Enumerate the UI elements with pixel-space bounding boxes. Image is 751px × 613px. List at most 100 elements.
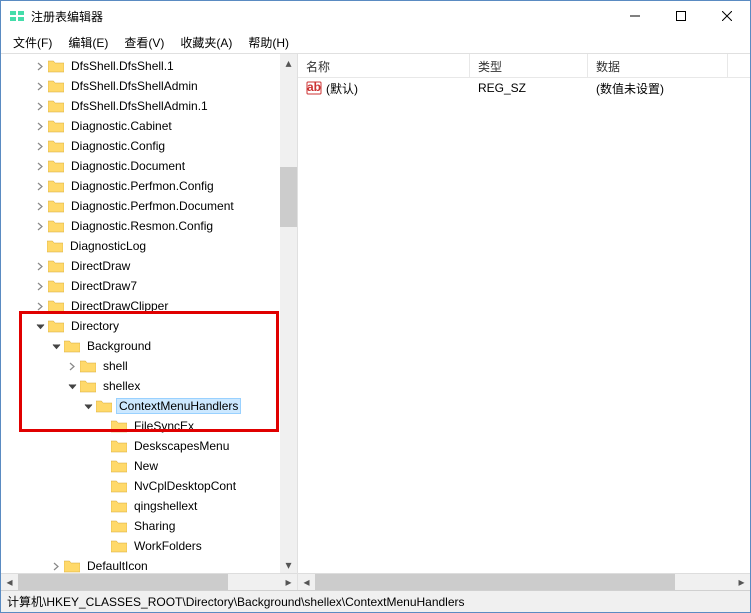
tree-vscrollbar[interactable]: ▴ ▾ (280, 54, 297, 573)
statusbar: 计算机\HKEY_CLASSES_ROOT\Directory\Backgrou… (1, 590, 750, 612)
chevron-down-icon[interactable] (81, 399, 95, 413)
folder-icon (64, 339, 80, 353)
folder-icon (48, 179, 64, 193)
tree-node[interactable]: DirectDraw7 (1, 276, 280, 296)
tree-node[interactable]: shellex (1, 376, 280, 396)
folder-icon (48, 259, 64, 273)
tree-node[interactable]: DefaultIcon (1, 556, 280, 573)
value-data: (数值未设置) (588, 79, 728, 98)
tree-view[interactable]: DfsShell.DfsShell.1 DfsShell.DfsShellAdmi… (1, 54, 280, 573)
menu-file[interactable]: 文件(F) (5, 32, 60, 53)
chevron-right-icon[interactable] (33, 99, 47, 113)
main-area: DfsShell.DfsShell.1 DfsShell.DfsShellAdmi… (1, 53, 750, 590)
menu-help[interactable]: 帮助(H) (240, 32, 297, 53)
value-type: REG_SZ (470, 80, 588, 96)
folder-icon (48, 119, 64, 133)
tree-node-label: DfsShell.DfsShellAdmin.1 (68, 98, 211, 114)
scroll-down-icon[interactable]: ▾ (280, 556, 297, 573)
tree-node[interactable]: DiagnosticLog (1, 236, 280, 256)
list-row[interactable]: ab(默认)REG_SZ(数值未设置) (298, 78, 750, 98)
scroll-up-icon[interactable]: ▴ (280, 54, 297, 71)
chevron-right-icon[interactable] (33, 299, 47, 313)
chevron-down-icon[interactable] (49, 339, 63, 353)
tree-node-label: shell (100, 358, 131, 374)
chevron-right-icon[interactable] (33, 259, 47, 273)
list-hscrollbar[interactable]: ◂ ▸ (298, 573, 750, 590)
tree-node[interactable]: New (1, 456, 280, 476)
scroll-right-icon[interactable]: ▸ (733, 574, 750, 591)
chevron-down-icon[interactable] (33, 319, 47, 333)
chevron-down-icon[interactable] (65, 379, 79, 393)
tree-node[interactable]: NvCplDesktopCont (1, 476, 280, 496)
chevron-right-icon[interactable] (33, 139, 47, 153)
column-name[interactable]: 名称 (298, 54, 470, 77)
tree-hscrollbar[interactable]: ◂ ▸ (1, 573, 297, 590)
tree-pane: DfsShell.DfsShell.1 DfsShell.DfsShellAdmi… (1, 54, 298, 590)
scroll-left-icon[interactable]: ◂ (1, 574, 18, 591)
chevron-right-icon[interactable] (33, 159, 47, 173)
tree-node-label: DefaultIcon (84, 558, 151, 573)
menu-view[interactable]: 查看(V) (116, 32, 172, 53)
folder-icon (111, 459, 127, 473)
tree-node[interactable]: DeskscapesMenu (1, 436, 280, 456)
tree-node-label: FileSyncEx (131, 418, 197, 434)
scroll-thumb[interactable] (315, 574, 675, 591)
tree-node[interactable]: DfsShell.DfsShellAdmin.1 (1, 96, 280, 116)
tree-node[interactable]: Diagnostic.Config (1, 136, 280, 156)
scroll-left-icon[interactable]: ◂ (298, 574, 315, 591)
tree-node-label: DirectDrawClipper (68, 298, 171, 314)
folder-icon (48, 299, 64, 313)
tree-node[interactable]: ContextMenuHandlers (1, 396, 280, 416)
folder-icon (111, 519, 127, 533)
menu-favorites[interactable]: 收藏夹(A) (172, 32, 240, 53)
tree-node[interactable]: DfsShell.DfsShellAdmin (1, 76, 280, 96)
tree-node[interactable]: DirectDraw (1, 256, 280, 276)
chevron-right-icon[interactable] (49, 559, 63, 573)
chevron-right-icon[interactable] (33, 279, 47, 293)
tree-node[interactable]: FileSyncEx (1, 416, 280, 436)
tree-node[interactable]: Sharing (1, 516, 280, 536)
tree-node[interactable]: qingshellext (1, 496, 280, 516)
scroll-right-icon[interactable]: ▸ (280, 574, 297, 591)
menu-edit[interactable]: 编辑(E) (60, 32, 116, 53)
tree-node[interactable]: Diagnostic.Resmon.Config (1, 216, 280, 236)
tree-node[interactable]: DfsShell.DfsShell.1 (1, 56, 280, 76)
folder-icon (80, 379, 96, 393)
tree-node[interactable]: Diagnostic.Document (1, 156, 280, 176)
tree-node-label: Sharing (131, 518, 178, 534)
tree-node[interactable]: Diagnostic.Cabinet (1, 116, 280, 136)
chevron-right-icon[interactable] (33, 59, 47, 73)
tree-node-label: DirectDraw (68, 258, 133, 274)
tree-node-label: DirectDraw7 (68, 278, 140, 294)
chevron-right-icon[interactable] (33, 79, 47, 93)
list-body[interactable]: ab(默认)REG_SZ(数值未设置) (298, 78, 750, 573)
list-pane: 名称 类型 数据 ab(默认)REG_SZ(数值未设置) ◂ ▸ (298, 54, 750, 590)
tree-node[interactable]: Diagnostic.Perfmon.Document (1, 196, 280, 216)
folder-icon (111, 539, 127, 553)
chevron-right-icon[interactable] (33, 179, 47, 193)
string-value-icon: ab (306, 80, 322, 96)
tree-node[interactable]: DirectDrawClipper (1, 296, 280, 316)
titlebar: 注册表编辑器 (1, 1, 750, 31)
tree-node-label: Directory (68, 318, 122, 334)
minimize-button[interactable] (612, 1, 658, 31)
tree-node[interactable]: shell (1, 356, 280, 376)
scroll-thumb[interactable] (280, 167, 297, 227)
tree-node-label: DeskscapesMenu (131, 438, 232, 454)
tree-node-label: DfsShell.DfsShell.1 (68, 58, 177, 74)
maximize-button[interactable] (658, 1, 704, 31)
tree-node[interactable]: Diagnostic.Perfmon.Config (1, 176, 280, 196)
folder-icon (48, 139, 64, 153)
column-data[interactable]: 数据 (588, 54, 728, 77)
tree-node[interactable]: Background (1, 336, 280, 356)
chevron-right-icon[interactable] (33, 119, 47, 133)
scroll-thumb[interactable] (18, 574, 228, 591)
tree-node[interactable]: WorkFolders (1, 536, 280, 556)
close-button[interactable] (704, 1, 750, 31)
chevron-right-icon[interactable] (33, 219, 47, 233)
chevron-right-icon[interactable] (33, 199, 47, 213)
chevron-right-icon[interactable] (65, 359, 79, 373)
column-type[interactable]: 类型 (470, 54, 588, 77)
tree-node-label: Diagnostic.Cabinet (68, 118, 175, 134)
tree-node[interactable]: Directory (1, 316, 280, 336)
